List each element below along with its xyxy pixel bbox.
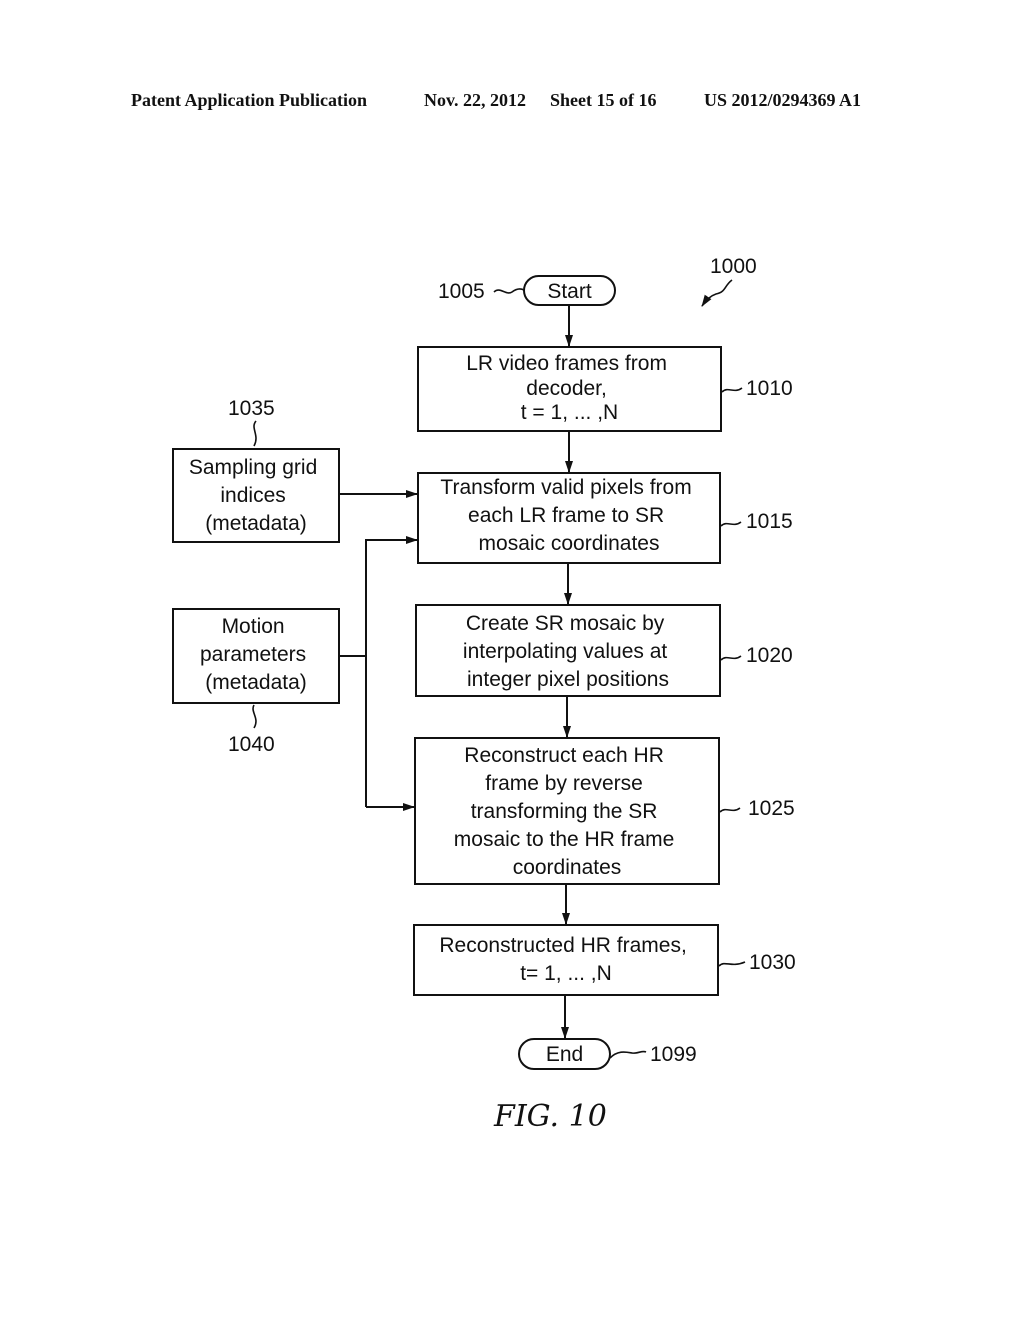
step-1010-leader xyxy=(721,387,743,393)
end-ref-leader xyxy=(609,1050,647,1059)
input-1035-box: Sampling grid indices (metadata) xyxy=(172,448,340,543)
step-1030-ref: 1030 xyxy=(749,951,796,974)
step-1030-leader xyxy=(718,961,746,967)
step-1020-leader xyxy=(720,655,742,661)
input-1035-ref: 1035 xyxy=(228,397,275,420)
end-terminal: End xyxy=(518,1038,611,1070)
start-label: Start xyxy=(547,280,592,303)
input-1040-leader xyxy=(252,704,257,729)
input-1040-ref: 1040 xyxy=(228,733,275,756)
step-1025-leader xyxy=(719,807,741,813)
step-1020-ref: 1020 xyxy=(746,644,793,667)
flowchart: 1000 Start 1005 LR video frames from dec… xyxy=(172,255,796,1134)
input-1040-box: Motion parameters (metadata) xyxy=(172,608,340,704)
step-1020-text: Create SR mosaic by interpolating values… xyxy=(463,612,673,691)
end-ref: 1099 xyxy=(650,1043,697,1066)
step-1015-text: Transform valid pixels from each LR fram… xyxy=(440,476,697,555)
figure-caption: FIG. 10 xyxy=(493,1099,607,1134)
step-1015-box: Transform valid pixels from each LR fram… xyxy=(417,472,721,564)
start-ref: 1005 xyxy=(438,280,485,303)
step-1015-leader xyxy=(720,521,742,527)
step-1025-ref: 1025 xyxy=(748,797,795,820)
step-1010-box: LR video frames from decoder, t = 1, ...… xyxy=(417,346,722,432)
end-label: End xyxy=(546,1043,583,1066)
figure-ref-label: 1000 xyxy=(710,255,757,278)
step-1015-ref: 1015 xyxy=(746,510,793,533)
step-1030-box: Reconstructed HR frames, t= 1, ... ,N xyxy=(413,924,719,996)
step-1020-box: Create SR mosaic by interpolating values… xyxy=(415,604,721,697)
start-terminal: Start xyxy=(523,275,616,306)
figure-ref-arrow xyxy=(701,279,733,307)
step-1025-box: Reconstruct each HR frame by reverse tra… xyxy=(414,737,720,885)
step-1010-ref: 1010 xyxy=(746,377,793,400)
start-ref-leader xyxy=(493,288,525,294)
input-1035-leader xyxy=(253,420,257,447)
